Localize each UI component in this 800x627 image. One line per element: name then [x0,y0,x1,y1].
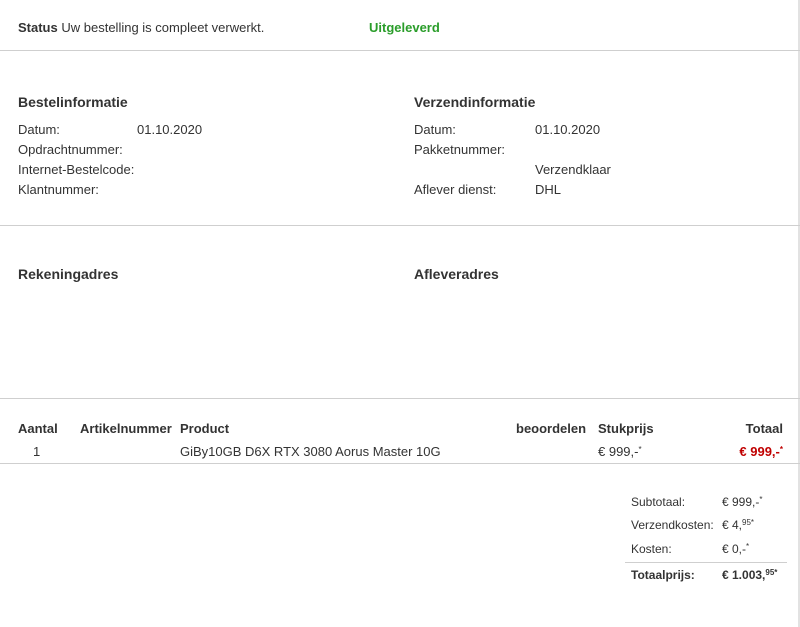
subtotal-value: € 999,-* [722,495,762,509]
divider [0,398,800,399]
subtotal-label: Subtotaal: [631,495,686,509]
shipping-info-title: Verzendinformatie [414,94,536,110]
status-line: Status Uw bestelling is compleet verwerk… [18,20,264,35]
shipping-date-value: 01.10.2020 [535,122,601,137]
shipping-costs-amount: € 4, [722,518,743,532]
shipping-costs-cents: 95* [742,518,755,527]
status-badge: Uitgeleverd [369,20,440,35]
costs-label: Kosten: [631,542,672,556]
item-total-value: € 999,- [739,444,780,459]
delivery-address-title: Afleveradres [414,266,499,282]
shipping-status-value: Verzendklaar [535,162,611,177]
item-unit-price: € 999,-* [598,444,642,459]
divider [0,225,800,226]
item-quantity: 1 [33,444,41,459]
costs-mark: * [746,542,750,551]
col-header-total: Totaal [745,421,783,436]
divider [0,463,800,464]
order-date-label: Datum: [18,122,60,137]
col-header-article-number: Artikelnummer [80,421,172,436]
order-number-label: Opdrachtnummer: [18,142,123,157]
col-header-product: Product [180,421,230,436]
subtotal-mark: * [759,495,763,504]
item-product-link[interactable]: GiBy10GB D6X RTX 3080 Aorus Master 10G [180,444,441,459]
col-header-quantity: Aantal [18,421,58,436]
item-total-mark: * [779,445,783,454]
costs-value: € 0,-* [722,542,749,556]
grand-total-cents: 95* [765,568,778,577]
status-text: Uw bestelling is compleet verwerkt. [61,20,265,35]
shipping-costs-value: € 4,95* [722,518,754,532]
item-unit-price-mark: * [638,445,642,454]
grand-total-value: € 1.003,95* [722,568,777,582]
billing-address-title: Rekeningadres [18,266,119,282]
order-info-title: Bestelinformatie [18,94,128,110]
summary-divider [625,562,787,563]
shipping-date-label: Datum: [414,122,456,137]
shipping-costs-label: Verzendkosten: [631,518,714,532]
grand-total-label: Totaalprijs: [631,568,695,582]
grand-total-amount: € 1.003, [722,568,766,582]
item-total: € 999,-* [739,444,783,459]
carrier-label: Aflever dienst: [414,182,497,197]
costs-amount: € 0,- [722,542,747,556]
item-unit-price-value: € 999,- [598,444,639,459]
customer-number-label: Klantnummer: [18,182,99,197]
internet-code-label: Internet-Bestelcode: [18,162,135,177]
order-date-value: 01.10.2020 [137,122,203,137]
subtotal-amount: € 999,- [722,495,760,509]
carrier-value: DHL [535,182,562,197]
divider [0,50,800,51]
col-header-unit-price: Stukprijs [598,421,654,436]
col-header-review: beoordelen [516,421,587,436]
package-number-label: Pakketnummer: [414,142,506,157]
status-label: Status [18,20,58,35]
